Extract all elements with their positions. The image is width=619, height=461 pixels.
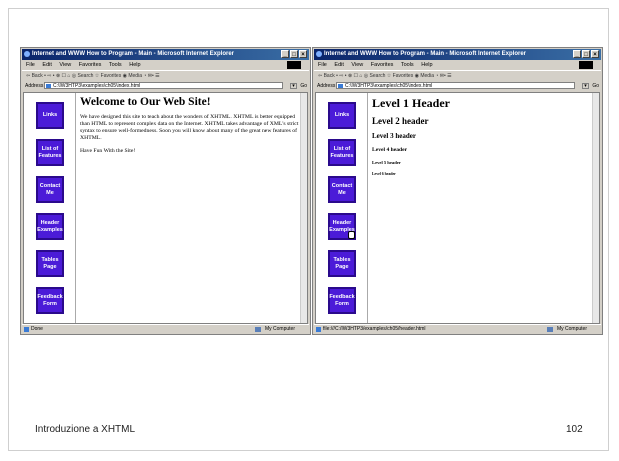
menu-bar: File Edit View Favorites Tools Help xyxy=(314,61,601,70)
nav-sidebar: Links List of Features Contact Me Header Ex… xyxy=(24,93,76,323)
menu-edit[interactable]: Edit xyxy=(334,62,343,68)
nav-button-feedback[interactable]: Feedback Form xyxy=(36,287,64,314)
main-content: Welcome to Our Web Site! We have designe… xyxy=(80,93,303,323)
nav-button-headers[interactable]: Header Examples xyxy=(36,213,64,240)
nav-button-feedback[interactable]: Feedback Form xyxy=(328,287,356,314)
menu-help[interactable]: Help xyxy=(129,62,140,68)
level-3-header: Level 3 header xyxy=(372,132,416,140)
menu-file[interactable]: File xyxy=(318,62,327,68)
level-4-header: Level 4 header xyxy=(372,147,408,153)
menu-help[interactable]: Help xyxy=(421,62,432,68)
title-bar: Internet and WWW How to Program - Main -… xyxy=(22,49,309,60)
status-bar: file:///C:/IW3HTP3/examples/ch05/header.… xyxy=(314,324,601,333)
maximize-button[interactable]: □ xyxy=(290,50,298,58)
computer-icon xyxy=(547,327,553,332)
menu-view[interactable]: View xyxy=(351,62,363,68)
maximize-button[interactable]: □ xyxy=(582,50,590,58)
page-content: Links List of Features Contact Me Header Ex… xyxy=(315,92,600,324)
security-zone: My Computer xyxy=(556,326,587,332)
hand-cursor-icon xyxy=(348,231,355,239)
nav-button-links[interactable]: Links xyxy=(36,102,64,129)
menu-favorites[interactable]: Favorites xyxy=(79,62,102,68)
address-input[interactable]: C:\IW3HTP3\examples\ch05\index.html xyxy=(336,82,575,89)
browser-window-headers: Internet and WWW How to Program - Main -… xyxy=(312,47,603,335)
address-dropdown-icon[interactable]: ▾ xyxy=(582,83,589,89)
nav-button-features[interactable]: List of Features xyxy=(36,139,64,166)
menu-favorites[interactable]: Favorites xyxy=(371,62,394,68)
level-1-header: Level 1 Header xyxy=(372,96,450,110)
minimize-button[interactable]: _ xyxy=(281,50,289,58)
browser-window-index: Internet and WWW How to Program - Main -… xyxy=(20,47,311,335)
main-content: Level 1 Header Level 2 header Level 3 he… xyxy=(372,93,595,323)
address-input[interactable]: C:\IW3HTP3\examples\ch05\index.html xyxy=(44,82,283,89)
computer-icon xyxy=(255,327,261,332)
address-bar: Address C:\IW3HTP3\examples\ch05\index.h… xyxy=(22,81,309,91)
status-icon xyxy=(24,327,29,332)
menu-tools[interactable]: Tools xyxy=(401,62,414,68)
toolbar[interactable]: ⇦ Back • ⇨ • ⊗ ☐ ⌂ ◎ Search ☆ Favorites … xyxy=(22,70,309,80)
ie-icon xyxy=(24,51,30,57)
nav-button-features[interactable]: List of Features xyxy=(328,139,356,166)
level-5-header: Level 5 header xyxy=(372,160,401,165)
go-button[interactable]: Go xyxy=(592,81,599,91)
address-label: Address xyxy=(25,83,44,89)
status-text: file:///C:/IW3HTP3/examples/ch05/header.… xyxy=(323,326,426,332)
nav-button-contact[interactable]: Contact Me xyxy=(328,176,356,203)
scrollbar[interactable] xyxy=(300,93,307,323)
level-2-header: Level 2 header xyxy=(372,116,429,126)
status-icon xyxy=(316,327,321,332)
toolbar[interactable]: ⇦ Back • ⇨ • ⊗ ☐ ⌂ ◎ Search ☆ Favorites … xyxy=(314,70,601,80)
windows-logo-icon xyxy=(287,61,301,69)
intro-paragraph: We have designed this site to teach abou… xyxy=(80,114,299,142)
menu-edit[interactable]: Edit xyxy=(42,62,51,68)
closing-paragraph: Have Fun With the Site! xyxy=(80,147,136,154)
page-icon xyxy=(46,84,51,88)
slide-footer-title: Introduzione a XHTML xyxy=(35,424,136,435)
address-dropdown-icon[interactable]: ▾ xyxy=(290,83,297,89)
nav-button-contact[interactable]: Contact Me xyxy=(36,176,64,203)
status-text: Done xyxy=(31,326,43,332)
close-button[interactable]: × xyxy=(299,50,307,58)
security-zone: My Computer xyxy=(264,326,295,332)
page-content: Links List of Features Contact Me Header Ex… xyxy=(23,92,308,324)
minimize-button[interactable]: _ xyxy=(573,50,581,58)
go-button[interactable]: Go xyxy=(300,81,307,91)
address-value: C:\IW3HTP3\examples\ch05\index.html xyxy=(53,83,141,89)
address-label: Address xyxy=(317,83,336,89)
page-heading: Welcome to Our Web Site! xyxy=(80,96,211,108)
page-icon xyxy=(338,84,343,88)
windows-logo-icon xyxy=(579,61,593,69)
address-value: C:\IW3HTP3\examples\ch05\index.html xyxy=(345,83,433,89)
menu-bar: File Edit View Favorites Tools Help xyxy=(22,61,309,70)
status-bar: Done My Computer xyxy=(22,324,309,333)
scrollbar[interactable] xyxy=(592,93,599,323)
menu-tools[interactable]: Tools xyxy=(109,62,122,68)
menu-view[interactable]: View xyxy=(59,62,71,68)
window-title: Internet and WWW How to Program - Main -… xyxy=(324,51,527,57)
level-6-header: Level 6 header xyxy=(372,172,396,176)
nav-sidebar: Links List of Features Contact Me Header Ex… xyxy=(316,93,368,323)
address-bar: Address C:\IW3HTP3\examples\ch05\index.h… xyxy=(314,81,601,91)
title-bar: Internet and WWW How to Program - Main -… xyxy=(314,49,601,60)
ie-icon xyxy=(316,51,322,57)
nav-button-tables[interactable]: Tables Page xyxy=(36,250,64,277)
nav-button-links[interactable]: Links xyxy=(328,102,356,129)
window-title: Internet and WWW How to Program - Main -… xyxy=(32,51,235,57)
nav-button-tables[interactable]: Tables Page xyxy=(328,250,356,277)
slide-page-number: 102 xyxy=(566,424,583,435)
menu-file[interactable]: File xyxy=(26,62,35,68)
close-button[interactable]: × xyxy=(591,50,599,58)
